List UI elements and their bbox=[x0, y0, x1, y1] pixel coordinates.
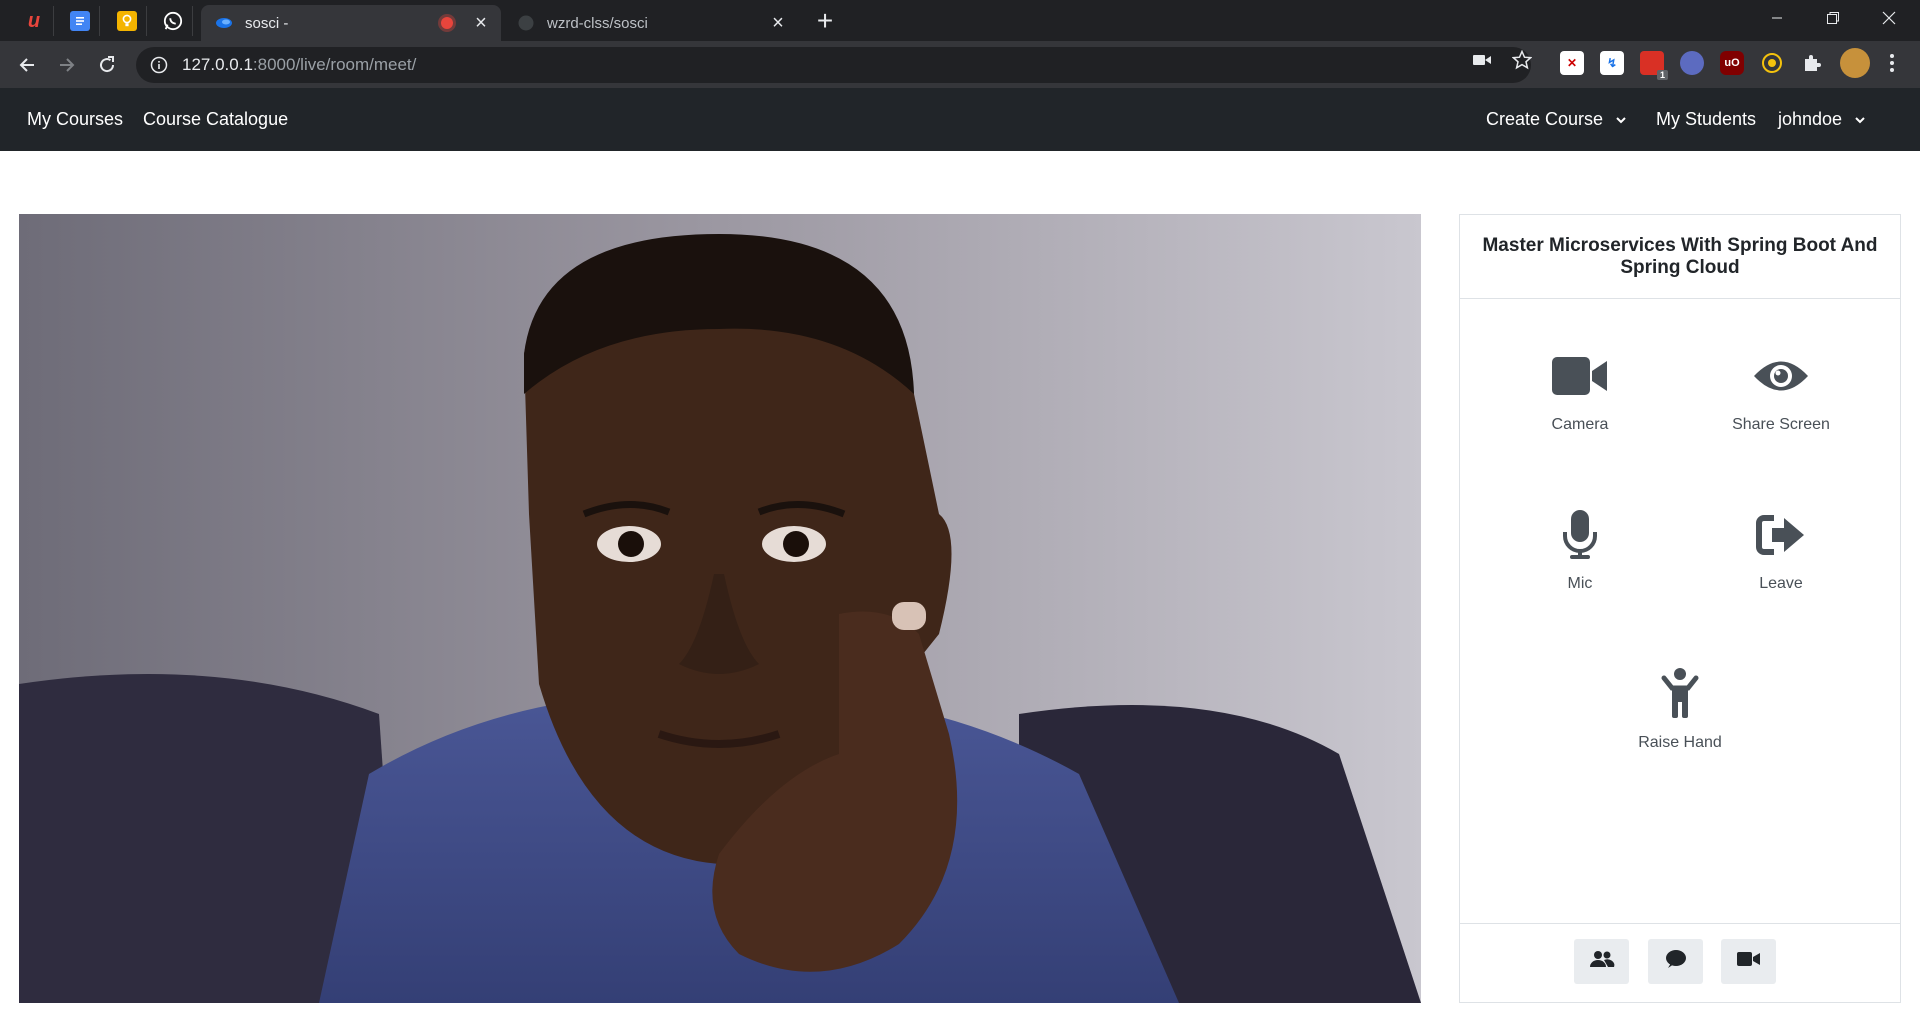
new-tab-button[interactable]: + bbox=[812, 7, 838, 35]
sign-out-icon bbox=[1681, 507, 1881, 563]
microphone-icon bbox=[1480, 507, 1680, 563]
chat-button[interactable] bbox=[1648, 939, 1703, 984]
sosci-favicon-icon bbox=[215, 14, 233, 32]
chat-icon bbox=[1665, 949, 1687, 974]
bookmark-star-icon[interactable] bbox=[1512, 50, 1532, 70]
local-video-feed bbox=[19, 214, 1421, 1003]
close-window-icon[interactable] bbox=[1861, 0, 1917, 36]
nav-course-catalogue[interactable]: Course Catalogue bbox=[143, 109, 288, 130]
browser-toolbar: 127.0.0.1:8000/live/room/meet/ ✕ ↯ 1 uO bbox=[0, 41, 1920, 88]
forward-icon[interactable] bbox=[51, 49, 83, 81]
leave-button[interactable]: Leave bbox=[1681, 507, 1881, 593]
extension-4-icon[interactable] bbox=[1680, 51, 1704, 75]
camera-label: Camera bbox=[1551, 416, 1609, 433]
minimize-window-icon[interactable] bbox=[1749, 0, 1805, 36]
create-course-label: Create Course bbox=[1486, 109, 1604, 129]
share-screen-button[interactable]: Share Screen bbox=[1681, 348, 1881, 434]
tab-title: wzrd-clss/sosci bbox=[547, 14, 648, 32]
pinned-tab-4[interactable] bbox=[154, 6, 193, 36]
raise-hand-icon bbox=[1580, 666, 1780, 722]
leave-label: Leave bbox=[1759, 575, 1803, 592]
pinned-tab-1[interactable]: u bbox=[15, 6, 54, 36]
back-icon[interactable] bbox=[11, 49, 43, 81]
tab-title: sosci - bbox=[245, 14, 289, 32]
username-label: johndoe bbox=[1778, 109, 1843, 129]
extension-badge: 1 bbox=[1656, 70, 1668, 80]
pinned-tab-3[interactable] bbox=[108, 6, 147, 36]
extension-2-icon[interactable]: ↯ bbox=[1600, 51, 1624, 75]
eye-icon bbox=[1681, 348, 1881, 404]
meeting-control-panel: Master Microservices With Spring Boot An… bbox=[1459, 214, 1901, 1003]
camera-button[interactable]: Camera bbox=[1480, 348, 1680, 434]
close-tab-icon[interactable]: × bbox=[768, 13, 788, 33]
restore-window-icon[interactable] bbox=[1805, 0, 1861, 36]
browser-tab-strip: u sosci - × wzrd-clss/sosci × + bbox=[0, 0, 1920, 41]
reload-icon[interactable] bbox=[91, 49, 123, 81]
chevron-down-icon bbox=[1616, 116, 1626, 123]
whatsapp-icon bbox=[163, 11, 183, 31]
url-text: 127.0.0.1:8000/live/room/meet/ bbox=[182, 55, 417, 74]
tab-wzrd-clss[interactable]: wzrd-clss/sosci × bbox=[503, 5, 798, 41]
app-navbar: My Courses Course Catalogue Create Cours… bbox=[0, 88, 1920, 151]
address-bar[interactable]: 127.0.0.1:8000/live/room/meet/ bbox=[136, 47, 1531, 83]
site-info-icon[interactable] bbox=[150, 56, 168, 74]
video-icon bbox=[1736, 951, 1761, 972]
share-screen-label: Share Screen bbox=[1732, 416, 1830, 433]
google-docs-icon bbox=[70, 11, 90, 31]
video-toggle-button[interactable] bbox=[1721, 939, 1776, 984]
video-camera-icon bbox=[1480, 348, 1680, 404]
nav-user-dropdown[interactable]: johndoe bbox=[1778, 109, 1866, 130]
participants-button[interactable] bbox=[1574, 939, 1629, 984]
extensions-puzzle-icon[interactable] bbox=[1800, 51, 1824, 75]
nav-create-course-dropdown[interactable]: Create Course bbox=[1486, 109, 1627, 130]
close-tab-icon[interactable]: × bbox=[471, 13, 491, 33]
camera-in-use-icon[interactable] bbox=[1472, 50, 1492, 70]
extension-1-icon[interactable]: ✕ bbox=[1560, 51, 1584, 75]
raise-hand-label: Raise Hand bbox=[1638, 734, 1722, 751]
nav-my-courses[interactable]: My Courses bbox=[27, 109, 123, 130]
webcam-image bbox=[19, 214, 1421, 1003]
recording-indicator-icon bbox=[441, 17, 453, 29]
users-icon bbox=[1589, 950, 1615, 973]
google-keep-icon bbox=[117, 11, 137, 31]
browser-menu-icon[interactable] bbox=[1880, 51, 1904, 75]
mic-button[interactable]: Mic bbox=[1480, 507, 1680, 593]
course-title: Master Microservices With Spring Boot An… bbox=[1482, 234, 1878, 278]
panel-header: Master Microservices With Spring Boot An… bbox=[1460, 215, 1900, 299]
chevron-down-icon bbox=[1855, 116, 1865, 123]
panel-footer bbox=[1460, 923, 1900, 1002]
nav-my-students[interactable]: My Students bbox=[1656, 109, 1756, 130]
extension-6-icon[interactable] bbox=[1760, 51, 1784, 75]
profile-avatar[interactable] bbox=[1840, 48, 1870, 78]
extension-3-icon[interactable]: 1 bbox=[1640, 51, 1668, 80]
tab-sosci[interactable]: sosci - × bbox=[201, 5, 501, 41]
ublock-icon[interactable]: uO bbox=[1720, 51, 1744, 75]
github-favicon-icon bbox=[517, 14, 535, 32]
mic-label: Mic bbox=[1567, 575, 1593, 592]
raise-hand-button[interactable]: Raise Hand bbox=[1580, 666, 1780, 752]
pinned-tab-2[interactable] bbox=[61, 6, 100, 36]
u-logo-icon: u bbox=[27, 9, 41, 32]
